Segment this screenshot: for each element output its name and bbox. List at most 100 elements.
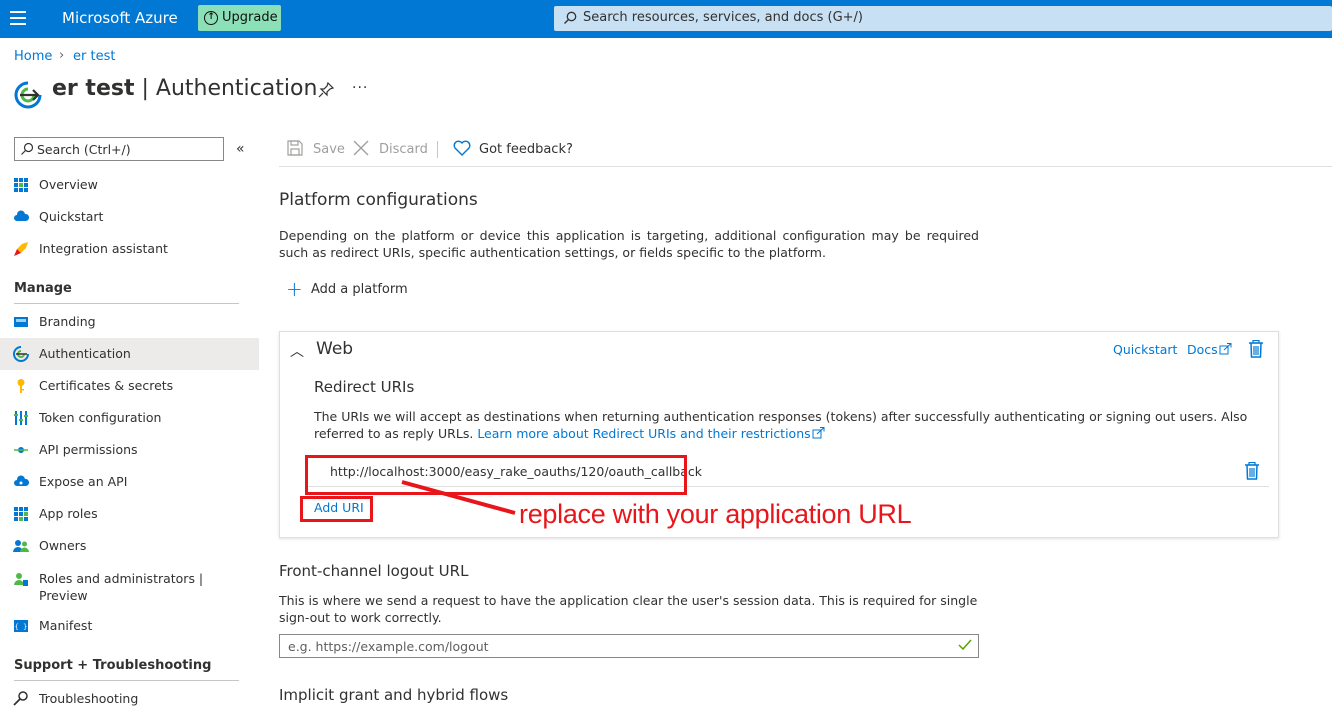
sidebar-item-label: Integration assistant bbox=[39, 241, 168, 256]
sidebar-item-expose-api[interactable]: Expose an API bbox=[0, 466, 259, 498]
sidebar-search[interactable] bbox=[14, 137, 224, 161]
sidebar-item-label: Branding bbox=[39, 314, 96, 329]
hamburger-menu-icon[interactable] bbox=[10, 11, 26, 25]
sidebar-item-authentication[interactable]: Authentication bbox=[0, 338, 259, 370]
pin-icon[interactable] bbox=[318, 82, 334, 98]
external-link-icon bbox=[1219, 343, 1232, 355]
key-wrench-icon bbox=[13, 691, 28, 706]
sidebar-item-app-roles[interactable]: App roles bbox=[0, 498, 259, 530]
command-divider bbox=[437, 141, 438, 158]
redirect-uris-title: Redirect URIs bbox=[314, 378, 415, 396]
web-docs-label: Docs bbox=[1187, 342, 1218, 357]
authentication-icon bbox=[13, 346, 29, 362]
breadcrumb-home[interactable]: Home bbox=[14, 49, 52, 64]
cloud-icon bbox=[14, 210, 29, 221]
heart-icon bbox=[453, 140, 471, 156]
delete-uri-icon[interactable] bbox=[1244, 462, 1260, 480]
sidebar-item-label: API permissions bbox=[39, 442, 138, 457]
key-icon bbox=[17, 379, 25, 393]
breadcrumb-app[interactable]: er test bbox=[73, 49, 115, 64]
sidebar-item-label: App roles bbox=[39, 506, 98, 521]
redirect-uris-link-label: Learn more about Redirect URIs and their… bbox=[477, 426, 811, 441]
api-permissions-icon bbox=[14, 447, 28, 453]
token-icon bbox=[14, 411, 28, 425]
web-quickstart-link[interactable]: Quickstart bbox=[1113, 342, 1177, 357]
annotation-text: replace with your application URL bbox=[519, 499, 912, 529]
brand-title[interactable]: Microsoft Azure bbox=[62, 9, 178, 27]
sidebar-section-manage: Manage bbox=[14, 281, 72, 296]
branding-icon bbox=[14, 317, 28, 327]
global-search-placeholder: Search resources, services, and docs (G+… bbox=[583, 10, 864, 25]
roles-admin-icon bbox=[14, 573, 28, 586]
sidebar-item-manifest[interactable]: { } Manifest bbox=[0, 610, 259, 642]
page-title-app: er test bbox=[52, 76, 135, 101]
sidebar-item-token-configuration[interactable]: Token configuration bbox=[0, 402, 259, 434]
svg-text:{ }: { } bbox=[15, 623, 28, 631]
logout-url-field[interactable] bbox=[279, 634, 979, 658]
check-icon bbox=[958, 639, 972, 651]
page-title-section: Authentication bbox=[155, 76, 318, 101]
web-docs-link[interactable]: Docs bbox=[1187, 342, 1232, 357]
sidebar-item-label: Roles and administrators | Preview bbox=[39, 571, 204, 603]
sidebar-item-certificates[interactable]: Certificates & secrets bbox=[0, 370, 259, 402]
sidebar-item-troubleshooting[interactable]: Troubleshooting bbox=[0, 683, 259, 710]
cloud-api-icon bbox=[14, 475, 29, 486]
sidebar-item-api-permissions[interactable]: API permissions bbox=[0, 434, 259, 466]
add-platform-label: Add a platform bbox=[311, 282, 408, 297]
discard-label: Discard bbox=[379, 142, 428, 157]
sidebar-divider bbox=[14, 680, 239, 681]
search-icon bbox=[564, 11, 577, 24]
front-channel-logout-title: Front-channel logout URL bbox=[279, 562, 469, 580]
sidebar-item-integration-assistant[interactable]: Integration assistant bbox=[0, 233, 259, 265]
sidebar-item-label: Quickstart bbox=[39, 209, 104, 224]
sidebar-section-support: Support + Troubleshooting bbox=[14, 658, 212, 673]
collapse-sidebar-icon[interactable]: « bbox=[236, 141, 245, 157]
sidebar-divider bbox=[14, 303, 239, 304]
annotation-arrow bbox=[401, 480, 516, 515]
sidebar-item-label: Authentication bbox=[39, 346, 131, 361]
logout-url-input[interactable] bbox=[288, 637, 948, 655]
app-roles-icon bbox=[14, 507, 28, 521]
upgrade-label: Upgrade bbox=[222, 10, 278, 25]
platform-configurations-description: Depending on the platform or device this… bbox=[279, 228, 979, 260]
redirect-uris-description: The URIs we will accept as destinations … bbox=[314, 408, 1260, 442]
plus-icon: + bbox=[286, 277, 303, 301]
web-card-title: Web bbox=[316, 339, 354, 359]
page-title: er test | Authentication bbox=[52, 76, 318, 101]
sidebar-item-label: Troubleshooting bbox=[39, 691, 139, 706]
redirect-uris-learn-more-link[interactable]: Learn more about Redirect URIs and their… bbox=[477, 426, 825, 441]
sidebar-item-label: Owners bbox=[39, 538, 87, 553]
owners-icon bbox=[13, 540, 29, 552]
upgrade-button[interactable]: ↑ Upgrade bbox=[198, 5, 281, 31]
sidebar-item-label: Token configuration bbox=[39, 410, 162, 425]
arrow-up-circle-icon: ↑ bbox=[204, 11, 218, 25]
sidebar-item-owners[interactable]: Owners bbox=[0, 530, 259, 562]
global-search-input[interactable]: Search resources, services, and docs (G+… bbox=[554, 6, 1332, 31]
top-bar: Microsoft Azure ↑ Upgrade Search resourc… bbox=[0, 0, 1332, 38]
chevron-up-icon[interactable]: ︿ bbox=[290, 341, 304, 361]
rocket-icon bbox=[14, 242, 28, 256]
sidebar-item-label: Certificates & secrets bbox=[39, 378, 174, 393]
sidebar-item-branding[interactable]: Branding bbox=[0, 306, 259, 338]
grid-icon bbox=[14, 178, 28, 192]
front-channel-logout-description: This is where we send a request to have … bbox=[279, 593, 978, 625]
manifest-icon: { } bbox=[14, 620, 28, 632]
more-options-icon[interactable]: ··· bbox=[352, 80, 368, 96]
search-icon bbox=[21, 142, 34, 155]
sidebar-item-quickstart[interactable]: Quickstart bbox=[0, 201, 259, 233]
sidebar-item-label: Expose an API bbox=[39, 474, 128, 489]
external-link-icon bbox=[812, 427, 825, 439]
authentication-app-icon bbox=[14, 81, 42, 109]
feedback-label: Got feedback? bbox=[479, 142, 573, 157]
sidebar-search-input[interactable] bbox=[37, 140, 217, 158]
platform-configurations-title: Platform configurations bbox=[279, 190, 478, 210]
sidebar-item-roles-administrators[interactable]: Roles and administrators | Preview bbox=[0, 568, 259, 604]
sidebar-item-overview[interactable]: Overview bbox=[0, 169, 259, 201]
commandbar-divider bbox=[279, 166, 1332, 167]
save-icon bbox=[287, 140, 303, 156]
delete-platform-icon[interactable] bbox=[1248, 340, 1264, 358]
save-label: Save bbox=[313, 142, 345, 157]
add-uri-annotation-box bbox=[300, 496, 373, 522]
close-icon bbox=[353, 140, 369, 156]
sidebar-item-label: Manifest bbox=[39, 618, 93, 633]
